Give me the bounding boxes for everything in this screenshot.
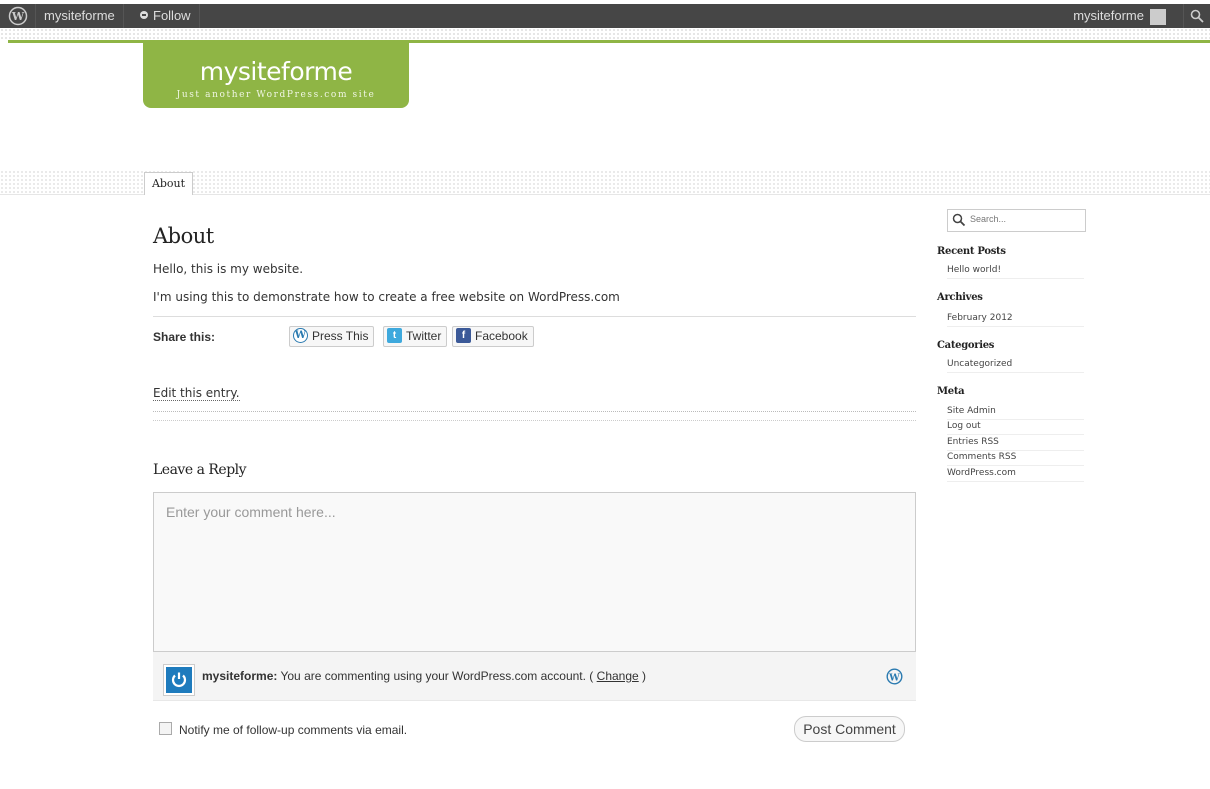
- widget-title-recent-posts: Recent Posts: [937, 246, 1006, 257]
- facebook-icon: f: [456, 328, 471, 344]
- share-facebook-button[interactable]: f Facebook: [452, 326, 534, 347]
- divider: [153, 316, 916, 317]
- share-facebook-label: Facebook: [475, 329, 528, 343]
- comment-textarea[interactable]: Enter your comment here...: [153, 492, 916, 652]
- meta-entries-rss-link[interactable]: Entries RSS: [947, 436, 1084, 451]
- category-link[interactable]: Uncategorized: [947, 358, 1084, 373]
- archive-link[interactable]: February 2012: [947, 312, 1084, 327]
- change-account-link[interactable]: Change: [597, 669, 639, 683]
- dotted-divider: [153, 420, 916, 421]
- admin-bar: W mysiteforme Follow mysiteforme: [0, 4, 1210, 42]
- avatar: [164, 665, 194, 695]
- share-twitter-button[interactable]: t Twitter: [383, 326, 448, 347]
- follow-label: Follow: [153, 8, 191, 23]
- identity-close-paren: ): [642, 669, 647, 683]
- identity-name: mysiteforme:: [202, 669, 278, 683]
- search-placeholder: Search...: [970, 214, 1007, 224]
- share-press-this-label: Press This: [312, 329, 369, 343]
- meta-comments-rss-link[interactable]: Comments RSS: [947, 451, 1084, 466]
- admin-bar-user-name: mysiteforme: [1073, 8, 1144, 23]
- admin-bar-search-icon[interactable]: [1183, 4, 1210, 28]
- widget-title-archives: Archives: [937, 292, 983, 303]
- dotted-divider: [153, 411, 916, 412]
- tab-about[interactable]: About: [144, 172, 193, 195]
- notify-checkbox[interactable]: [159, 722, 172, 736]
- admin-bar-user-menu[interactable]: mysiteforme: [1067, 4, 1172, 28]
- wordpress-icon: W: [293, 328, 308, 344]
- comment-identity-bar: mysiteforme: You are commenting using yo…: [153, 652, 916, 701]
- meta-site-admin-link[interactable]: Site Admin: [947, 405, 1084, 420]
- post-comment-button[interactable]: Post Comment: [794, 716, 905, 742]
- search-icon: [952, 213, 966, 227]
- identity-text: mysiteforme: You are commenting using yo…: [202, 669, 646, 683]
- header-dots: [0, 28, 1210, 40]
- edit-entry-link[interactable]: Edit this entry.: [153, 386, 240, 401]
- follow-icon: [140, 11, 148, 19]
- svg-text:W: W: [11, 10, 25, 23]
- share-label: Share this:: [153, 330, 216, 344]
- notify-option[interactable]: Notify me of follow-up comments via emai…: [159, 722, 408, 737]
- paragraph-body: I'm using this to demonstrate how to cre…: [153, 290, 620, 304]
- share-twitter-label: Twitter: [406, 329, 442, 343]
- share-press-this-button[interactable]: W Press This: [289, 326, 375, 347]
- site-header[interactable]: mysiteforme Just another WordPress.com s…: [143, 43, 409, 108]
- wordpress-logo-icon[interactable]: W: [8, 6, 28, 30]
- reply-heading: Leave a Reply: [153, 462, 247, 478]
- identity-message: You are commenting using your WordPress.…: [280, 669, 594, 683]
- widget-title-categories: Categories: [937, 340, 995, 351]
- twitter-icon: t: [387, 328, 402, 344]
- site-tagline: Just another WordPress.com site: [176, 90, 376, 100]
- main-content: About Hello, this is my website. I'm usi…: [153, 224, 916, 742]
- avatar: [1150, 8, 1166, 25]
- site-title[interactable]: mysiteforme: [143, 43, 409, 86]
- svg-text:W: W: [888, 672, 900, 683]
- meta-wordpress-link[interactable]: WordPress.com: [947, 467, 1084, 482]
- widget-title-meta: Meta: [937, 386, 965, 397]
- search-input[interactable]: Search...: [947, 209, 1086, 232]
- wordpress-icon: W: [886, 668, 903, 689]
- meta-log-out-link[interactable]: Log out: [947, 420, 1084, 435]
- recent-post-link[interactable]: Hello world!: [947, 264, 1084, 279]
- notify-label: Notify me of follow-up comments via emai…: [179, 723, 408, 737]
- comment-placeholder: Enter your comment here...: [166, 504, 336, 520]
- page-title: About: [153, 224, 214, 248]
- admin-bar-site-link[interactable]: mysiteforme: [35, 4, 124, 28]
- paragraph-intro: Hello, this is my website.: [153, 262, 304, 276]
- follow-button[interactable]: Follow: [132, 4, 200, 28]
